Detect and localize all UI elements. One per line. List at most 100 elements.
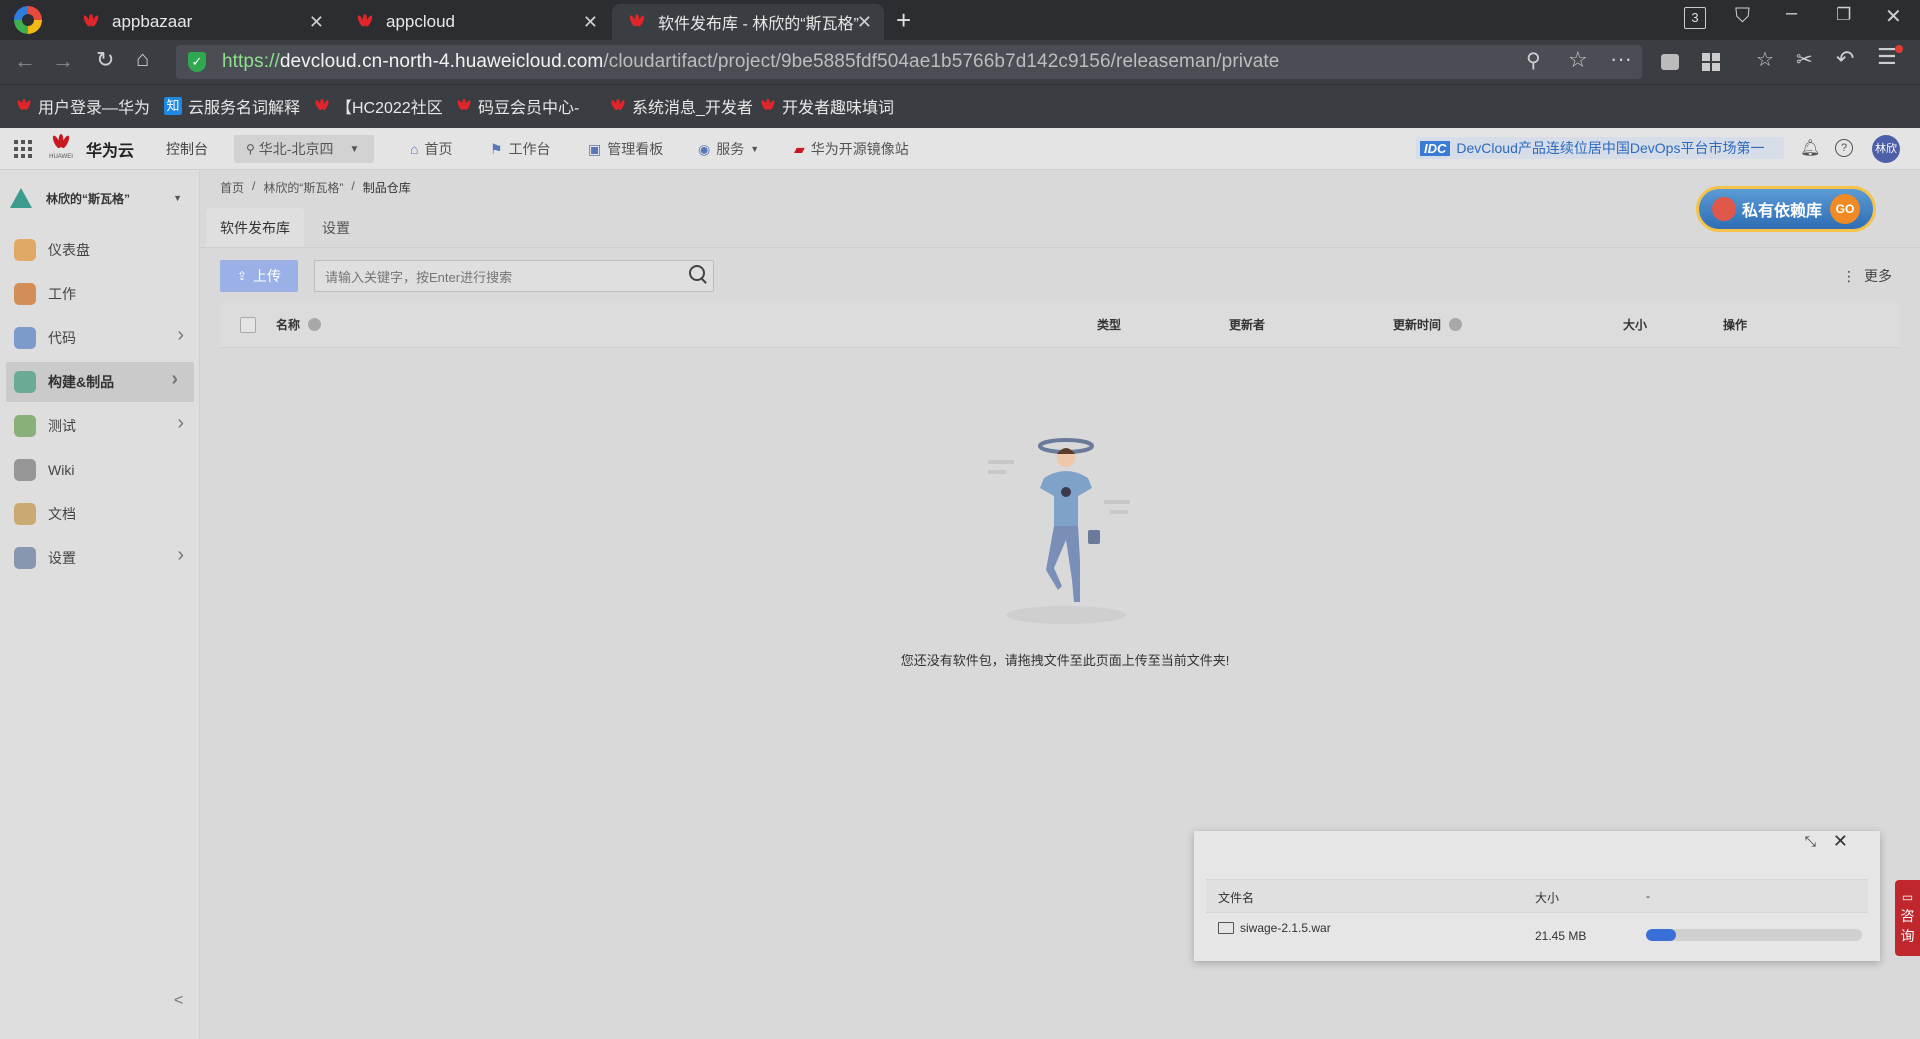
empty-state-illustration xyxy=(988,438,1130,624)
star-icon[interactable]: ☆ xyxy=(1568,47,1588,73)
sidebar-item-7[interactable]: 设置 › xyxy=(0,538,200,578)
idc-banner[interactable]: IDC DevCloud产品连续位居中国DevOps平台市场第一 xyxy=(1416,137,1784,159)
more-button[interactable]: ⋮ 更多 xyxy=(1842,266,1892,286)
undo-icon[interactable]: ↶ xyxy=(1836,46,1854,72)
minimize-panel-icon[interactable]: ⤡ xyxy=(1805,833,1816,850)
minimize-icon[interactable]: – xyxy=(1786,2,1797,25)
nav-label: 管理看板 xyxy=(607,141,664,157)
restore-icon[interactable]: ❐ xyxy=(1836,5,1851,25)
browser-logo-icon[interactable] xyxy=(14,6,42,34)
sidebar-item-6[interactable]: 文档 xyxy=(0,494,200,534)
bookmark-item[interactable]: 系统消息_开发者 xyxy=(608,94,753,118)
close-panel-icon[interactable]: ✕ xyxy=(1833,831,1848,852)
column-updater: 更新者 xyxy=(1229,318,1266,332)
breadcrumb: 首页 / 林欣的“斯瓦格” / 制品仓库 xyxy=(220,179,411,196)
tab-settings[interactable]: 设置 xyxy=(322,208,350,248)
bookmark-label: 用户登录—华为 xyxy=(38,100,151,117)
reload-icon[interactable]: ↻ xyxy=(96,47,114,73)
project-selector[interactable]: 林欣的“斯瓦格” ▼ xyxy=(10,182,190,214)
sidebar-item-3[interactable]: 构建&制品 › xyxy=(6,362,194,402)
sort-icon[interactable] xyxy=(1449,318,1463,331)
huawei-logo-icon xyxy=(52,134,70,149)
sidebar-item-2[interactable]: 代码 › xyxy=(0,318,200,358)
bookmark-item[interactable]: 开发者趣味填词 xyxy=(758,94,894,118)
test-icon xyxy=(14,415,36,437)
breadcrumb-item[interactable]: 林欣的“斯瓦格” xyxy=(263,179,343,196)
tab-title: 软件发布库 - 林欣的“斯瓦格” xyxy=(658,16,859,33)
nav-service[interactable]: ◉ 服务 ▼ xyxy=(698,128,759,170)
brand-name[interactable]: 华为云 xyxy=(86,128,134,170)
huawei-logo[interactable]: HUAWEI xyxy=(46,134,76,164)
upload-progress-bar xyxy=(1646,929,1862,941)
huawei-logo-icon xyxy=(17,98,31,111)
sidebar-item-label: 工作 xyxy=(48,286,76,302)
bell-icon[interactable]: 🔔︎ xyxy=(1800,138,1820,158)
browser-tab[interactable]: appbazaar ✕ xyxy=(66,4,336,40)
dashboard-icon: ▣ xyxy=(588,140,602,157)
scissors-icon[interactable]: ✂ xyxy=(1796,47,1813,72)
search-input[interactable] xyxy=(323,266,677,288)
table-header xyxy=(220,303,1900,348)
mirror-icon: ▰ xyxy=(794,140,805,157)
menu-icon[interactable]: ☰ xyxy=(1877,44,1897,70)
sidebar-item-1[interactable]: 工作 xyxy=(0,274,200,314)
more-dots-icon[interactable]: ··· xyxy=(1610,46,1632,72)
sort-icon[interactable] xyxy=(308,318,322,331)
collapse-sidebar-icon[interactable]: < xyxy=(174,992,183,1010)
bookmark-label: 码豆会员中心- xyxy=(478,100,580,117)
secure-shield-icon: ✓ xyxy=(188,52,206,72)
upload-label: 上传 xyxy=(253,268,282,284)
bookmark-item[interactable]: 知 云服务名词解释 xyxy=(164,94,300,118)
nav-label: 工作台 xyxy=(508,141,551,157)
upload-button[interactable]: ⇪ 上传 xyxy=(220,260,298,292)
folder-icon xyxy=(1218,922,1234,934)
bookmark-item[interactable]: 码豆会员中心- xyxy=(454,94,579,118)
bookmark-item[interactable]: 【HC2022社区 xyxy=(312,94,443,118)
forward-icon[interactable]: → xyxy=(52,48,74,74)
search-box[interactable] xyxy=(314,260,714,292)
promo-label: 私有依赖库 xyxy=(1741,203,1822,220)
extension-icon[interactable] xyxy=(1661,54,1679,70)
zoom-search-icon[interactable]: ⚲ xyxy=(1526,48,1541,73)
apps-grid-icon[interactable] xyxy=(1702,53,1720,71)
help-icon[interactable]: ? xyxy=(1835,139,1853,157)
window-close-icon[interactable]: ✕ xyxy=(1885,4,1902,29)
app-grid-icon[interactable] xyxy=(14,140,32,158)
dashboard-icon xyxy=(14,239,36,261)
console-link[interactable]: 控制台 xyxy=(166,128,208,170)
tab-close-icon[interactable]: ✕ xyxy=(857,12,872,33)
nav-dashboard[interactable]: ▣ 管理看板 xyxy=(588,128,663,170)
tab-release-library[interactable]: 软件发布库 xyxy=(206,208,304,248)
browser-tab[interactable]: appcloud ✕ xyxy=(340,4,610,40)
bookmark-item[interactable]: 用户登录—华为 xyxy=(14,94,150,118)
sidebar-item-0[interactable]: 仪表盘 xyxy=(0,230,200,270)
sidebar-item-label: 测试 xyxy=(48,418,76,434)
url-text[interactable]: https://devcloud.cn-north-4.huaweicloud.… xyxy=(222,51,1279,73)
promo-private-repo[interactable]: 私有依赖库 GO xyxy=(1696,186,1876,232)
home-icon[interactable]: ⌂ xyxy=(136,46,149,72)
avatar[interactable]: 林欣 xyxy=(1872,135,1900,163)
skin-icon[interactable]: ⛉ xyxy=(1735,5,1750,28)
breadcrumb-item[interactable]: 首页 xyxy=(220,179,244,196)
window-count-badge[interactable]: 3 xyxy=(1684,7,1706,29)
nav-mirror[interactable]: ▰ 华为开源镜像站 xyxy=(794,128,909,170)
consult-button[interactable]: ▭ 咨 询 xyxy=(1895,880,1920,956)
huawei-logo-icon xyxy=(354,14,376,30)
column-name[interactable]: 名称 xyxy=(276,316,322,333)
nav-workbench[interactable]: ⚑ 工作台 xyxy=(490,128,551,170)
sidebar-item-label: 构建&制品 xyxy=(48,374,115,390)
region-select[interactable]: ⚲ 华北-北京四 ▼ xyxy=(234,135,374,163)
tab-close-icon[interactable]: ✕ xyxy=(309,12,324,33)
favorites-icon[interactable]: ☆ xyxy=(1756,47,1774,72)
new-tab-icon[interactable]: + xyxy=(896,5,911,36)
nav-home[interactable]: ⌂ 首页 xyxy=(410,128,452,170)
sidebar-item-4[interactable]: 测试 › xyxy=(0,406,200,446)
back-icon[interactable]: ← xyxy=(14,48,36,74)
browser-tab-active[interactable]: 软件发布库 - 林欣的“斯瓦格” ✕ xyxy=(612,4,884,40)
doc-icon xyxy=(14,503,36,525)
sidebar-item-5[interactable]: Wiki xyxy=(0,450,200,490)
column-updated-time[interactable]: 更新时间 xyxy=(1393,316,1463,333)
more-vertical-icon: ⋮ xyxy=(1842,268,1856,284)
tab-close-icon[interactable]: ✕ xyxy=(583,12,598,33)
select-all-checkbox[interactable] xyxy=(240,317,256,333)
